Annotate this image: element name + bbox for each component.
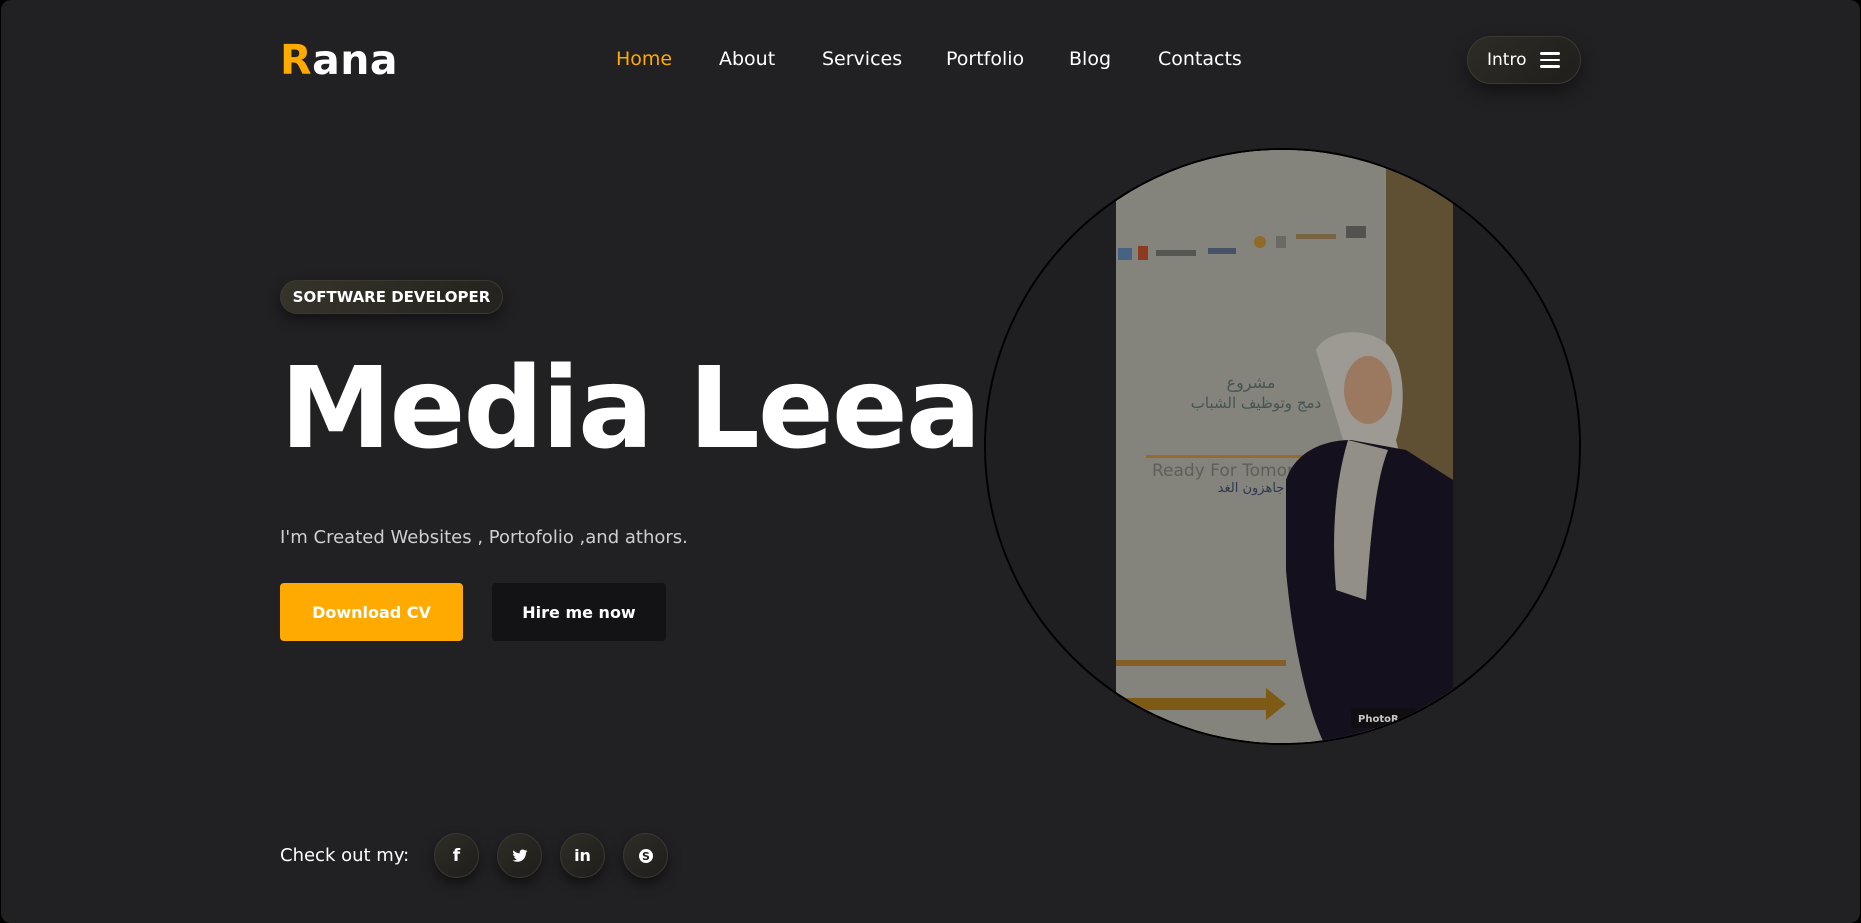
- svg-text:S: S: [642, 850, 650, 863]
- nav-item-blog[interactable]: Blog: [1069, 48, 1111, 70]
- intro-button-label: Intro: [1487, 50, 1527, 70]
- profile-photo-art: مشروع دمج وتوظيف الشباب Ready For Tomorr…: [986, 150, 1579, 743]
- role-badge: SOFTWARE DEVELOPER: [280, 280, 503, 314]
- skype-link[interactable]: S: [623, 833, 668, 878]
- hamburger-icon: [1540, 52, 1561, 68]
- social-label: Check out my:: [280, 845, 410, 866]
- linkedin-link[interactable]: in: [560, 833, 605, 878]
- brand-logo[interactable]: Rana: [280, 36, 398, 84]
- facebook-link[interactable]: f: [434, 833, 479, 878]
- nav-item-portfolio[interactable]: Portfolio: [946, 48, 1024, 70]
- hero-title: Media Leea: [280, 344, 981, 474]
- facebook-icon: f: [452, 845, 461, 866]
- hero-subtitle: I'm Created Websites , Portofolio ,and a…: [280, 527, 688, 548]
- twitter-link[interactable]: [497, 833, 542, 878]
- hire-me-button[interactable]: Hire me now: [492, 583, 666, 641]
- intro-menu-button[interactable]: Intro: [1467, 36, 1581, 84]
- nav-item-home[interactable]: Home: [616, 48, 672, 70]
- download-cv-button[interactable]: Download CV: [280, 583, 463, 641]
- skype-icon: S: [638, 848, 653, 863]
- nav-item-services[interactable]: Services: [822, 48, 902, 70]
- linkedin-icon: in: [574, 846, 591, 865]
- twitter-icon: [511, 849, 527, 862]
- brand-initial: R: [280, 36, 313, 84]
- nav-item-contacts[interactable]: Contacts: [1158, 48, 1242, 70]
- nav-item-about[interactable]: About: [719, 48, 775, 70]
- page-frame: Rana Home About Services Portfolio Blog …: [1, 0, 1860, 923]
- brand-rest: ana: [312, 36, 399, 84]
- profile-photo: مشروع دمج وتوظيف الشباب Ready For Tomorr…: [984, 148, 1581, 745]
